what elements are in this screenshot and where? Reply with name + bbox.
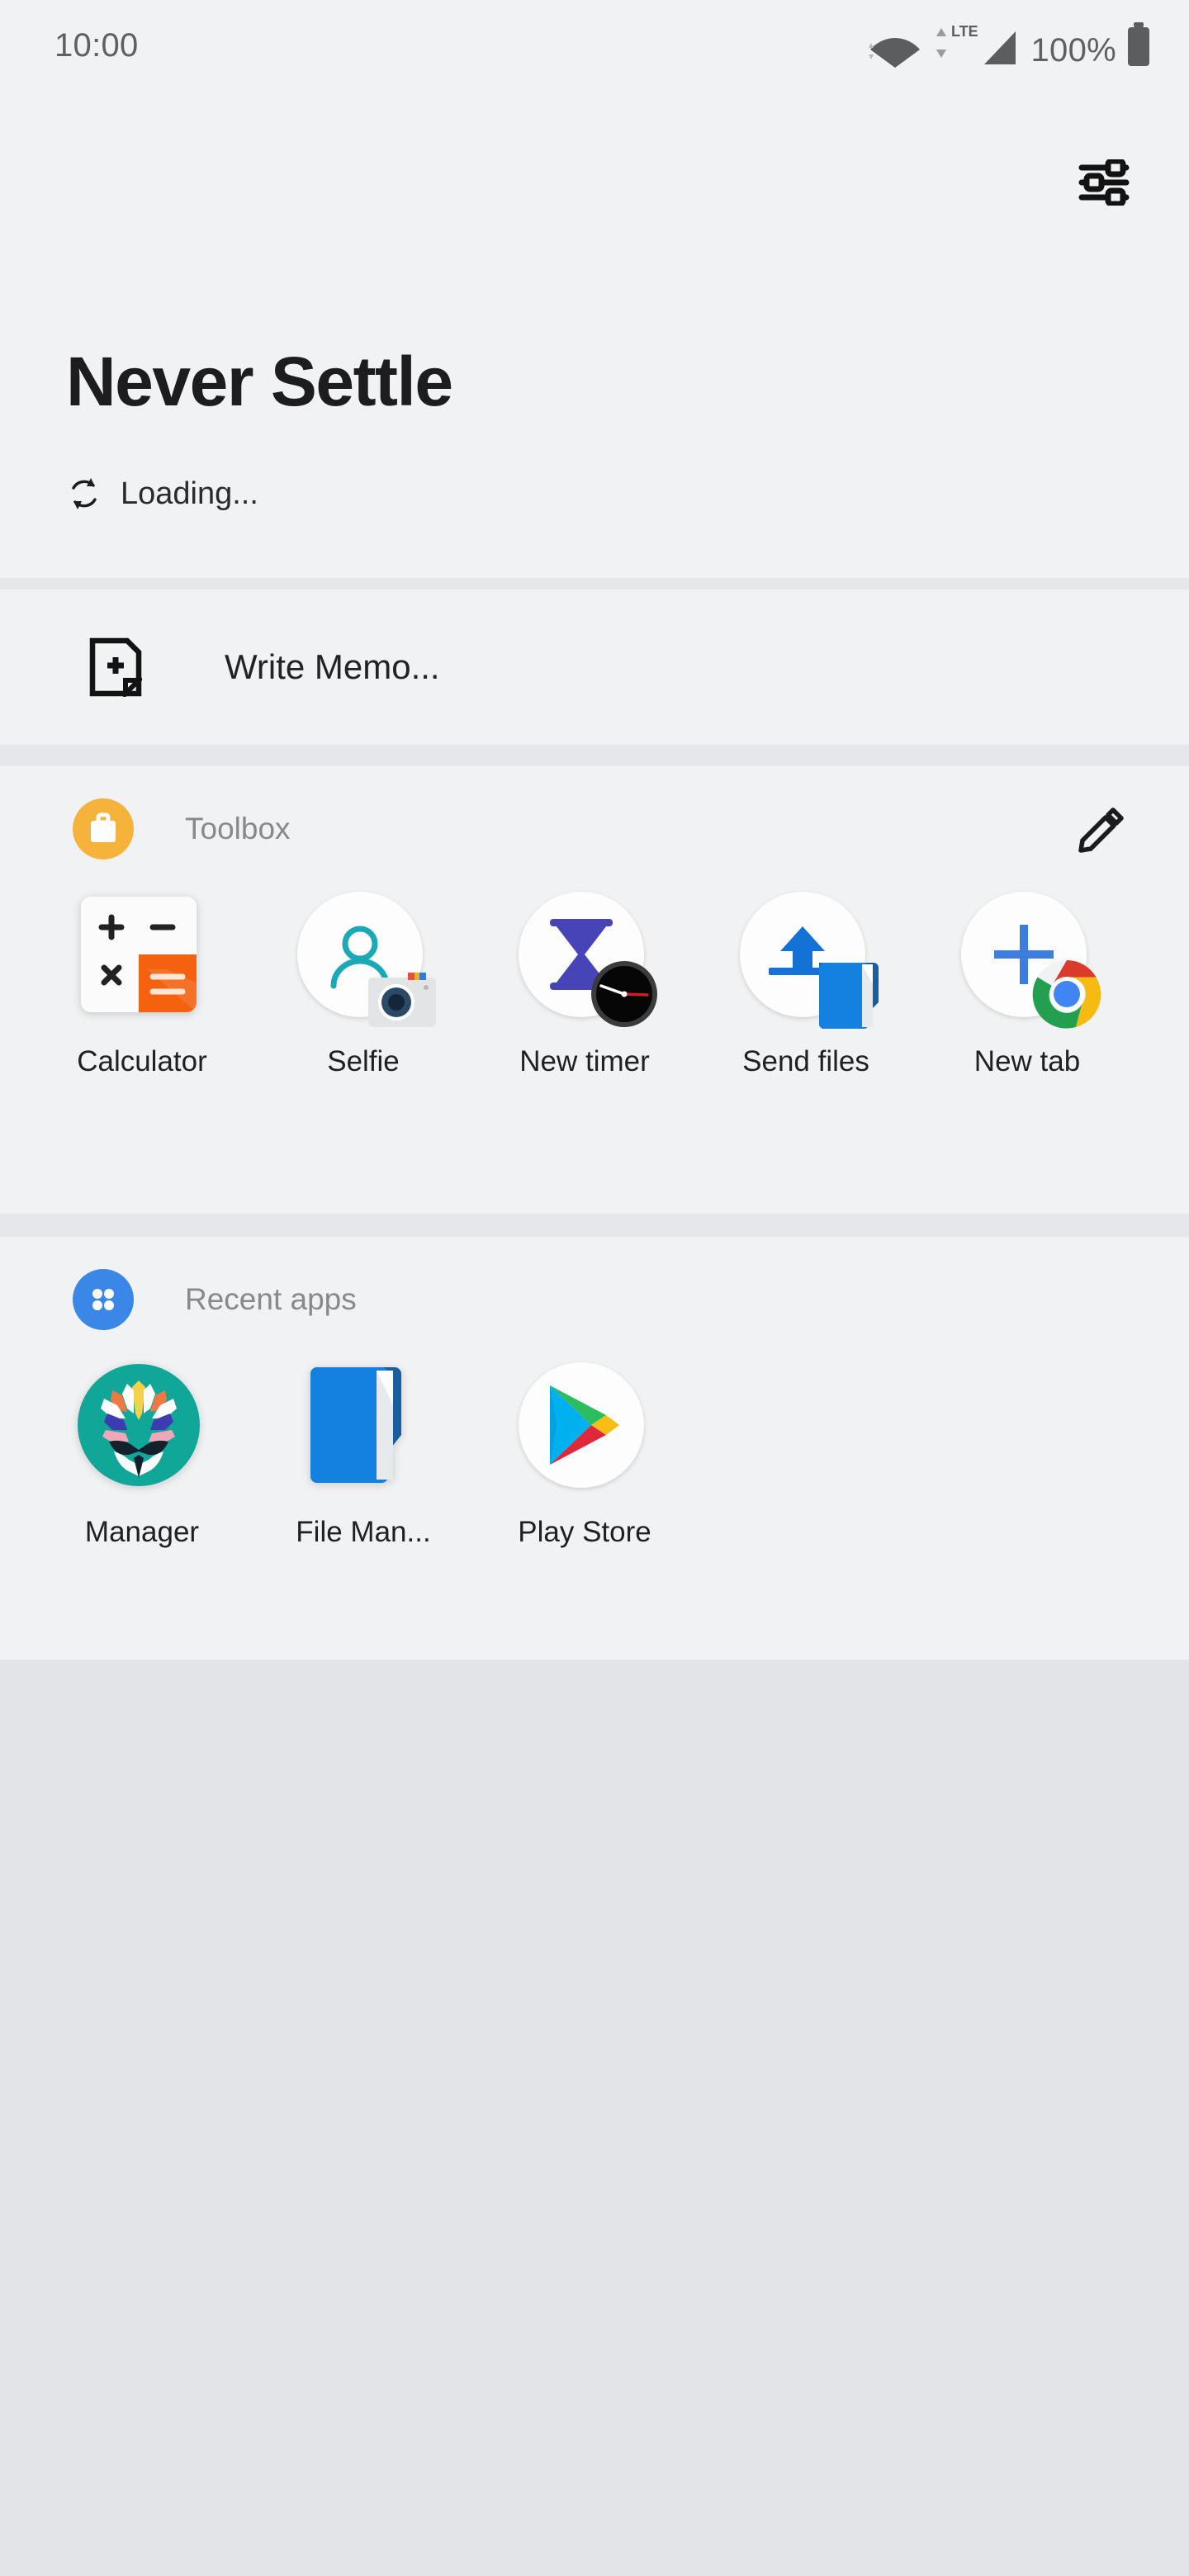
toolbox-tile-new-tab[interactable]: New tab xyxy=(917,892,1138,1078)
toolbox-edit-button[interactable] xyxy=(1070,799,1130,859)
wifi-icon xyxy=(869,38,921,68)
write-memo-row[interactable]: Write Memo... xyxy=(0,590,1189,745)
loading-label: Loading... xyxy=(121,476,258,511)
write-memo-label: Write Memo... xyxy=(225,647,440,686)
toolbox-tile-selfie[interactable]: Selfie xyxy=(253,892,474,1078)
folder-icon xyxy=(297,1362,429,1494)
divider-above-recent-apps xyxy=(0,1214,1189,1237)
calculator-icon xyxy=(76,892,208,1024)
tile-label: New timer xyxy=(519,1045,650,1077)
cellular-signal-icon: LTE xyxy=(936,23,1016,64)
app-grid-icon xyxy=(73,1269,134,1330)
divider-below-memo xyxy=(0,745,1189,766)
settings-tune-button[interactable] xyxy=(1068,147,1139,218)
tile-label: Selfie xyxy=(327,1045,400,1077)
recent-apps-section: Recent apps Manager File Man... Play Sto… xyxy=(0,1237,1189,1660)
recent-apps-tiles: Manager File Man... Play Store xyxy=(0,1362,1189,1549)
battery-icon xyxy=(1128,22,1149,66)
recent-apps-title: Recent apps xyxy=(185,1282,357,1316)
clock-icon xyxy=(590,959,659,1029)
tune-sliders-icon xyxy=(1078,159,1130,206)
toolbox-header: Toolbox xyxy=(0,766,1189,892)
page-title: Never Settle xyxy=(66,343,453,420)
recent-app-play-store[interactable]: Play Store xyxy=(474,1362,695,1549)
toolbox-tile-calculator[interactable]: Calculator xyxy=(31,892,253,1078)
loading-status: Loading... xyxy=(66,475,258,513)
status-bar: 10:00 LTE 100% xyxy=(0,0,1189,91)
status-clock: 10:00 xyxy=(54,26,139,64)
battery-percent-label: 100% xyxy=(1030,32,1116,69)
recent-app-file-manager[interactable]: File Man... xyxy=(253,1362,474,1549)
toolbox-section: Toolbox Calculator Selfie New timer Send… xyxy=(0,766,1189,1214)
sync-refresh-icon xyxy=(72,478,97,509)
tile-label: Manager xyxy=(84,1516,200,1548)
folder-icon xyxy=(816,959,880,1030)
play-store-icon xyxy=(519,1362,644,1488)
phone-screen: 10:00 LTE 100% Never Settle Loading... W… xyxy=(0,0,1189,2576)
header-panel: Never Settle Loading... xyxy=(0,91,1189,578)
magisk-icon xyxy=(76,1362,208,1494)
divider-above-memo xyxy=(0,578,1189,590)
empty-area xyxy=(0,1660,1189,2576)
toolbox-title: Toolbox xyxy=(185,812,291,845)
toolbox-tiles: Calculator Selfie New timer Send files N… xyxy=(0,892,1189,1078)
toolbox-tile-new-timer[interactable]: New timer xyxy=(474,892,695,1078)
briefcase-icon xyxy=(73,798,134,859)
tile-label: New tab xyxy=(973,1045,1081,1077)
tile-label: Send files xyxy=(742,1045,869,1077)
chrome-icon xyxy=(1032,959,1101,1029)
camera-icon xyxy=(368,973,436,1027)
svg-text:LTE: LTE xyxy=(951,23,978,40)
tile-label: Calculator xyxy=(77,1045,207,1077)
recent-app-manager[interactable]: Manager xyxy=(31,1362,253,1549)
status-icons: LTE 100% xyxy=(865,21,1153,69)
edit-pencil-icon xyxy=(1078,807,1124,853)
tile-label: Play Store xyxy=(518,1516,651,1548)
note-add-icon xyxy=(89,637,142,697)
tile-label: File Man... xyxy=(296,1516,431,1548)
recent-apps-header: Recent apps xyxy=(0,1237,1189,1362)
toolbox-tile-send-files[interactable]: Send files xyxy=(695,892,917,1078)
